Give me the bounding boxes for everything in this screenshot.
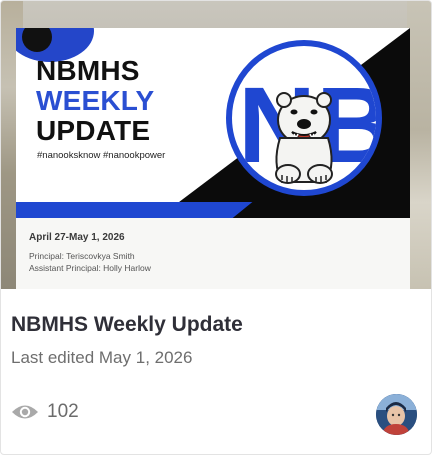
view-count: 102 xyxy=(47,401,79,422)
newsletter-cover-slide: NBMHS WEEKLY UPDATE #nanooksknow #nanook… xyxy=(16,28,410,218)
polar-bear-mascot-icon: NB xyxy=(238,64,376,185)
title-line-2: WEEKLY xyxy=(36,85,155,116)
document-title[interactable]: NBMHS Weekly Update xyxy=(11,313,243,337)
school-logo: NB xyxy=(226,40,382,196)
principal-name: Principal: Teriscovkya Smith xyxy=(29,251,135,261)
document-card[interactable]: NBMHS WEEKLY UPDATE #nanooksknow #nanook… xyxy=(0,0,432,455)
view-counter: 102 xyxy=(11,401,79,423)
thumbnail-background-right xyxy=(407,1,431,289)
author-photo xyxy=(376,394,417,435)
newsletter-title: NBMHS WEEKLY UPDATE xyxy=(36,56,154,146)
newsletter-hashtags: #nanooksknow #nanookpower xyxy=(37,150,166,161)
title-line-1: NBMHS xyxy=(36,55,140,86)
document-thumbnail[interactable]: NBMHS WEEKLY UPDATE #nanooksknow #nanook… xyxy=(1,1,431,289)
eye-icon xyxy=(12,405,38,419)
assistant-principal-name: Assistant Principal: Holly Harlow xyxy=(29,263,151,273)
title-line-3: UPDATE xyxy=(36,115,151,146)
newsletter-info-panel: April 27-May 1, 2026 Principal: Teriscov… xyxy=(16,218,410,289)
last-edited-date: Last edited May 1, 2026 xyxy=(11,348,193,367)
newsletter-date-range: April 27-May 1, 2026 xyxy=(29,232,125,243)
author-avatar[interactable] xyxy=(376,394,417,435)
